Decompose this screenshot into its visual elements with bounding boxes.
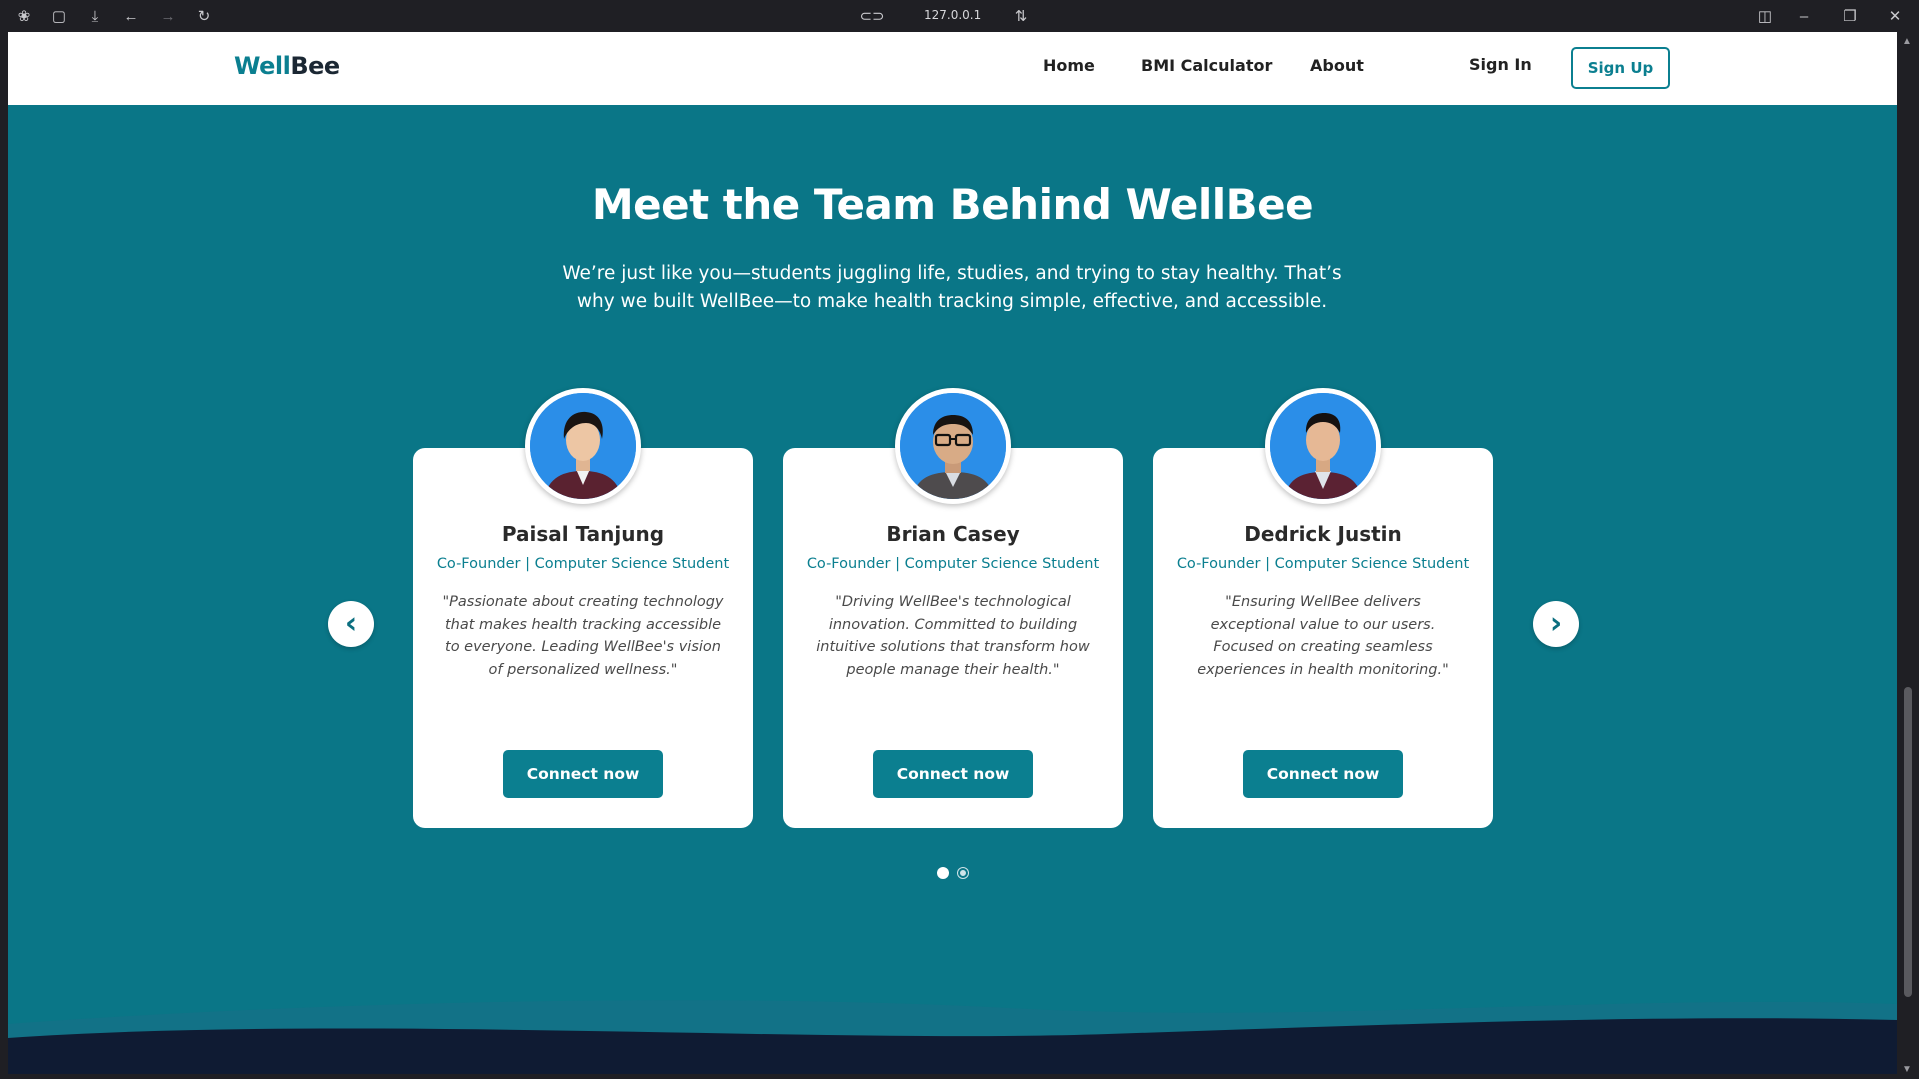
avatar-person-icon xyxy=(1270,393,1376,499)
member-name: Paisal Tanjung xyxy=(501,522,665,546)
avatar xyxy=(895,388,1011,504)
nav-link-bmi-calculator[interactable]: BMI Calculator xyxy=(1141,56,1272,75)
connect-button[interactable]: Connect now xyxy=(1243,750,1403,798)
browser-toolbar: ❀ ▢ ⤓ ← → ↻ ⊂⊃ 127.0.0.1 ⇅ ◫ – ❐ ✕ xyxy=(0,0,1919,32)
team-card: Paisal Tanjung Co-Founder | Computer Sci… xyxy=(413,388,753,828)
sidebar-icon[interactable]: ▢ xyxy=(49,6,69,26)
nav-link-about[interactable]: About xyxy=(1310,56,1364,75)
member-name: Brian Casey xyxy=(886,522,1020,546)
avatar-person-icon xyxy=(530,393,636,499)
split-view-icon[interactable]: ◫ xyxy=(1755,6,1775,26)
carousel-next-button[interactable]: › xyxy=(1533,601,1579,647)
member-role: Co-Founder | Computer Science Student xyxy=(1176,556,1470,572)
maximize-icon[interactable]: ❐ xyxy=(1840,6,1860,26)
minimize-icon[interactable]: – xyxy=(1794,6,1814,26)
close-icon[interactable]: ✕ xyxy=(1885,6,1905,26)
app-menu-icon[interactable]: ❀ xyxy=(14,6,34,26)
member-role: Co-Founder | Computer Science Student xyxy=(436,556,730,572)
page-title: Meet the Team Behind WellBee xyxy=(591,180,1314,229)
tune-icon[interactable]: ⇅ xyxy=(1011,6,1031,26)
carousel-dot-1[interactable] xyxy=(937,867,949,879)
avatar-person-icon xyxy=(900,393,1006,499)
logo-text-well: Well xyxy=(234,52,291,80)
reload-icon[interactable]: ↻ xyxy=(194,6,214,26)
page-scrollbar[interactable]: ▲ ▼ xyxy=(1897,32,1919,1079)
member-role: Co-Founder | Computer Science Student xyxy=(806,556,1100,572)
scrollbar-thumb[interactable] xyxy=(1904,687,1912,997)
nav-link-home[interactable]: Home xyxy=(1043,56,1095,75)
team-card: Brian Casey Co-Founder | Computer Scienc… xyxy=(783,388,1123,828)
connect-button[interactable]: Connect now xyxy=(503,750,663,798)
sign-in-link[interactable]: Sign In xyxy=(1469,55,1532,74)
carousel-dot-2[interactable] xyxy=(958,868,968,878)
member-quote: "Driving WellBee's technological innovat… xyxy=(816,594,1090,678)
scroll-up-icon[interactable]: ▲ xyxy=(1902,36,1912,47)
logo[interactable]: WellBee xyxy=(234,52,340,80)
chevron-left-icon: ‹ xyxy=(344,606,358,641)
carousel-prev-button[interactable]: ‹ xyxy=(328,601,374,647)
back-icon[interactable]: ← xyxy=(121,6,141,26)
member-quote: "Ensuring WellBee delivers exceptional v… xyxy=(1197,594,1449,678)
avatar xyxy=(525,388,641,504)
sign-up-button[interactable]: Sign Up xyxy=(1571,47,1670,89)
forward-icon[interactable]: → xyxy=(158,6,178,26)
page-viewport: WellBee Home BMI Calculator About Sign I… xyxy=(8,32,1897,1074)
link-icon[interactable]: ⊂⊃ xyxy=(859,6,884,26)
chevron-right-icon: › xyxy=(1549,606,1563,641)
navbar: WellBee Home BMI Calculator About Sign I… xyxy=(8,32,1897,105)
member-quote: "Passionate about creating technology th… xyxy=(442,594,724,678)
footer-wave xyxy=(8,1000,1897,1074)
page-subtitle: We’re just like you—students juggling li… xyxy=(562,263,1342,312)
address-bar[interactable]: 127.0.0.1 xyxy=(924,8,981,22)
logo-text-bee: Bee xyxy=(290,52,340,80)
scroll-down-icon[interactable]: ▼ xyxy=(1902,1064,1912,1075)
connect-button[interactable]: Connect now xyxy=(873,750,1033,798)
avatar xyxy=(1265,388,1381,504)
member-name: Dedrick Justin xyxy=(1244,522,1402,546)
download-icon[interactable]: ⤓ xyxy=(85,6,105,26)
team-card: Dedrick Justin Co-Founder | Computer Sci… xyxy=(1153,388,1493,828)
